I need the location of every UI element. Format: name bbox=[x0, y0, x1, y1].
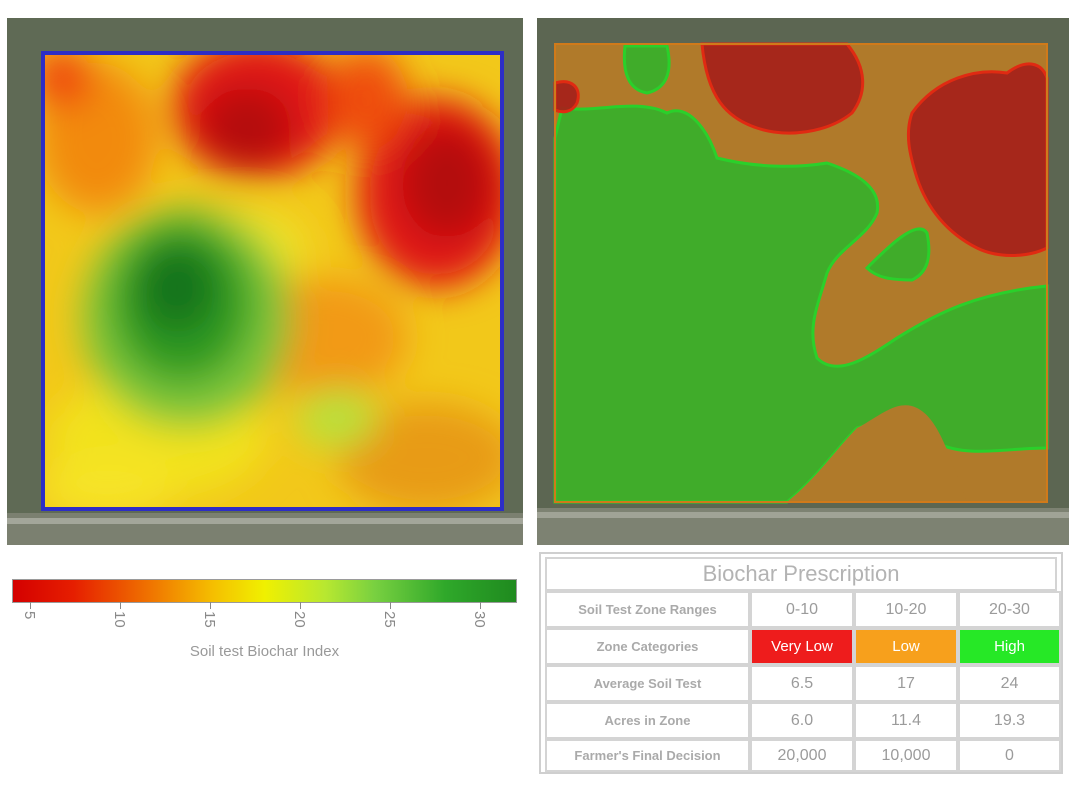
colorbar-legend: 5 10 15 20 25 30 Soil test Biochar Index bbox=[12, 579, 517, 679]
tick-label: 25 bbox=[381, 611, 398, 628]
zone-map bbox=[537, 18, 1069, 545]
row-label: Zone Categories bbox=[545, 628, 750, 665]
table-cell: 24 bbox=[958, 665, 1061, 702]
row-label: Acres in Zone bbox=[545, 702, 750, 739]
category-low: Low bbox=[854, 628, 958, 665]
table-cell: 17 bbox=[854, 665, 958, 702]
table-cell: 10,000 bbox=[854, 739, 958, 772]
tick-label: 15 bbox=[201, 611, 218, 628]
row-label: Farmer's Final Decision bbox=[545, 739, 750, 772]
colorbar-title: Soil test Biochar Index bbox=[189, 643, 340, 660]
table-cell: 10-20 bbox=[854, 591, 958, 628]
table-cell: 6.0 bbox=[750, 702, 854, 739]
table-cell: 19.3 bbox=[958, 702, 1061, 739]
colorbar-gradient bbox=[12, 579, 517, 603]
category-very-low: Very Low bbox=[750, 628, 854, 665]
table-cell: 20-30 bbox=[958, 591, 1061, 628]
row-label: Soil Test Zone Ranges bbox=[545, 591, 750, 628]
tick-label: 30 bbox=[471, 611, 488, 628]
table-cell: 6.5 bbox=[750, 665, 854, 702]
soil-test-heatmap bbox=[7, 18, 523, 545]
tick-label: 20 bbox=[291, 611, 308, 628]
table-cell: 20,000 bbox=[750, 739, 854, 772]
table-cell: 0-10 bbox=[750, 591, 854, 628]
row-label: Average Soil Test bbox=[545, 665, 750, 702]
tick-label: 10 bbox=[111, 611, 128, 628]
table-cell: 0 bbox=[958, 739, 1061, 772]
tick-label: 5 bbox=[21, 611, 38, 620]
prescription-table: Biochar Prescription Soil Test Zone Rang… bbox=[539, 552, 1063, 774]
category-high: High bbox=[958, 628, 1061, 665]
table-cell: 11.4 bbox=[854, 702, 958, 739]
table-title: Biochar Prescription bbox=[545, 557, 1057, 591]
